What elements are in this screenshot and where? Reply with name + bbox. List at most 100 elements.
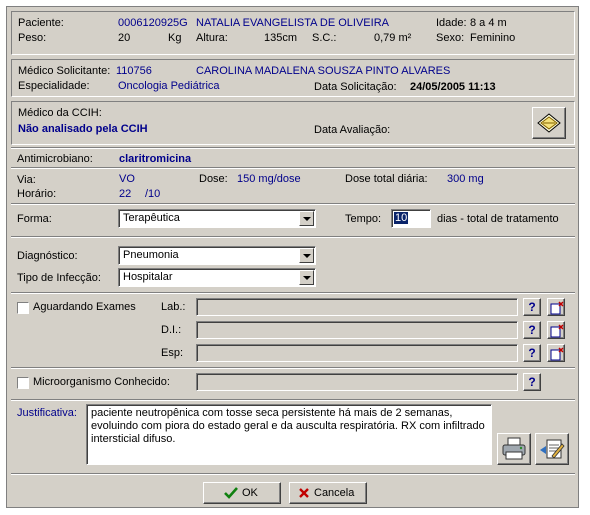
infection-type-label: Tipo de Infecção: [17, 272, 101, 284]
divider [11, 367, 575, 369]
divider [11, 203, 575, 205]
chevron-down-icon[interactable] [299, 211, 314, 226]
sex-value: Feminino [470, 32, 516, 44]
time-input[interactable]: 10 [391, 209, 431, 228]
help-icon: ? [528, 323, 536, 337]
evaluation-date-label: Data Avaliação: [314, 124, 391, 136]
known-microorganism-checkbox[interactable] [17, 377, 29, 389]
infection-type-select-value: Hospitalar [123, 271, 173, 283]
specialty-label: Especialidade: [18, 80, 90, 92]
edit-document-button[interactable] [535, 433, 569, 465]
help-icon: ? [528, 346, 536, 360]
schedule-hour: 22 [119, 188, 132, 200]
request-date-label: Data Solicitação: [314, 81, 397, 93]
height-value: 135cm [264, 32, 298, 44]
lab-new-button[interactable] [547, 298, 565, 316]
ccih-panel: Médico da CCIH: Não analisado pela CCIH … [11, 101, 575, 145]
form-label: Forma: [17, 213, 52, 225]
help-icon: ? [528, 300, 536, 314]
ok-label: OK [242, 487, 258, 499]
help-icon: ? [528, 375, 536, 389]
form-select-value: Terapêutica [123, 212, 180, 224]
justification-label: Justificativa: [17, 407, 77, 419]
microorganism-help-button[interactable]: ? [523, 373, 541, 391]
sc-label: S.C.: [312, 32, 337, 44]
sc-value: 0,79 m² [374, 32, 412, 44]
di-help-button[interactable]: ? [523, 321, 541, 339]
requester-name: CAROLINA MADALENA SOUSZA PINTO ALVARES [196, 65, 451, 77]
specialty-value: Oncologia Pediátrica [118, 80, 220, 92]
edit-document-icon [540, 439, 565, 459]
requester-label: Médico Solicitante: [18, 65, 111, 77]
justification-textarea[interactable]: paciente neutropênica com tosse seca per… [86, 404, 492, 465]
time-input-value: 10 [394, 212, 409, 224]
requester-id: 110756 [116, 65, 152, 77]
ccih-action-button[interactable] [532, 107, 566, 139]
new-document-icon [550, 347, 564, 361]
chevron-down-icon[interactable] [299, 270, 314, 285]
di-field[interactable] [196, 321, 518, 339]
new-document-icon [550, 301, 564, 315]
waiting-exams-checkbox[interactable] [17, 302, 29, 314]
age-label: Idade: [436, 17, 467, 29]
microorganism-field[interactable] [196, 373, 518, 391]
print-button[interactable] [497, 433, 531, 465]
antimicrobial-name: claritromicina [119, 153, 192, 165]
esp-label: Esp: [161, 347, 184, 359]
waiting-exams-label: Aguardando Exames [33, 301, 136, 313]
esp-field[interactable] [196, 344, 518, 362]
new-document-icon [550, 324, 564, 338]
esp-new-button[interactable] [547, 344, 565, 362]
patient-id: 0006120925G [118, 17, 188, 29]
divider [11, 167, 575, 169]
divider [11, 292, 575, 294]
diagnosis-label: Diagnóstico: [17, 250, 78, 262]
time-label: Tempo: [345, 213, 382, 225]
patient-panel: Paciente: 0006120925G NATALIA EVANGELIST… [11, 11, 575, 55]
dose-label: Dose: [199, 173, 228, 185]
chevron-down-icon[interactable] [299, 248, 314, 263]
envelope-icon [537, 113, 561, 133]
schedule-label: Horário: [17, 188, 57, 200]
prescription-dialog: Paciente: 0006120925G NATALIA EVANGELIST… [6, 6, 579, 508]
weight-label: Peso: [18, 32, 47, 44]
lab-help-button[interactable]: ? [523, 298, 541, 316]
esp-help-button[interactable]: ? [523, 344, 541, 362]
requester-panel: Médico Solicitante: 110756 CAROLINA MADA… [11, 59, 575, 97]
printer-icon [502, 437, 526, 460]
checkmark-icon [224, 487, 238, 499]
infection-type-select[interactable]: Hospitalar [118, 268, 316, 287]
sex-label: Sexo: [436, 32, 465, 44]
weight-value: 20 [118, 32, 131, 44]
patient-label: Paciente: [18, 17, 64, 29]
divider [11, 147, 575, 149]
weight-unit: Kg [168, 32, 182, 44]
form-select[interactable]: Terapêutica [118, 209, 316, 228]
route-value: VO [119, 173, 135, 185]
daily-dose-label: Dose total diária: [345, 173, 428, 185]
time-suffix: dias - total de tratamento [437, 213, 559, 225]
di-label: D.I.: [161, 324, 182, 336]
diagnosis-select[interactable]: Pneumonia [118, 246, 316, 265]
cancel-label: Cancela [314, 487, 355, 499]
ccih-label: Médico da CCIH: [18, 107, 102, 119]
age-value: 8 a 4 m [470, 17, 507, 29]
diagnosis-select-value: Pneumonia [123, 249, 179, 261]
close-icon [299, 488, 309, 498]
dose-value: 150 mg/dose [237, 173, 301, 185]
request-date-value: 24/05/2005 11:13 [410, 81, 496, 93]
lab-field[interactable] [196, 298, 518, 316]
schedule-interval: /10 [145, 188, 161, 200]
divider [11, 236, 575, 238]
divider [11, 473, 575, 475]
height-label: Altura: [196, 32, 228, 44]
ccih-status: Não analisado pela CCIH [18, 123, 148, 135]
lab-label: Lab.: [161, 301, 186, 313]
daily-dose-value: 300 mg [447, 173, 484, 185]
ok-button[interactable]: OK [203, 482, 281, 504]
antimicrobial-label: Antimicrobiano: [17, 153, 93, 165]
cancel-button[interactable]: Cancela [289, 482, 367, 504]
known-microorganism-label: Microorganismo Conhecido: [33, 376, 170, 388]
divider [11, 399, 575, 401]
di-new-button[interactable] [547, 321, 565, 339]
